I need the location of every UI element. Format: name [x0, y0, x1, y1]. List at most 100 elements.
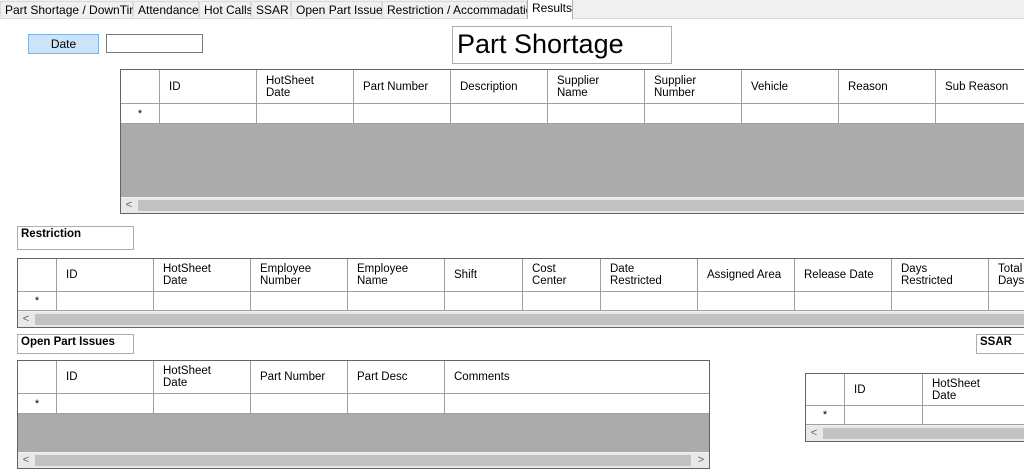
column-header[interactable]: HotSheet Date — [923, 374, 1024, 406]
grid-cell[interactable] — [742, 104, 839, 124]
column-header[interactable]: Release Date — [795, 259, 892, 292]
grid-cell[interactable] — [892, 292, 989, 311]
tab-open-part-issues[interactable]: Open Part Issues — [291, 1, 389, 17]
column-header[interactable]: Description — [451, 70, 548, 104]
new-row-marker[interactable]: * — [18, 394, 57, 414]
new-row-marker[interactable]: * — [18, 292, 57, 311]
row-header-corner[interactable] — [121, 70, 160, 104]
tab-restriction-accommadation[interactable]: Restriction / Accommadation — [382, 1, 539, 17]
grid-cell[interactable] — [923, 406, 1024, 425]
column-header[interactable]: Part Desc — [348, 361, 445, 394]
column-header[interactable]: Cost Center — [523, 259, 601, 292]
ssar-grid[interactable]: ID HotSheet Date * < — [805, 373, 1024, 442]
restriction-label: Restriction — [17, 226, 134, 250]
horizontal-scrollbar[interactable]: < — [18, 311, 1024, 327]
scroll-thumb[interactable] — [823, 428, 1024, 439]
tab-ssar[interactable]: SSAR — [251, 1, 291, 17]
tab-hot-calls[interactable]: Hot Calls — [199, 1, 253, 17]
column-header[interactable]: Employee Number — [251, 259, 348, 292]
grid-cell[interactable] — [839, 104, 936, 124]
grid-cell[interactable] — [251, 292, 348, 311]
grid-cell[interactable] — [645, 104, 742, 124]
column-header[interactable]: Sub Reason — [936, 70, 1024, 104]
row-header-corner[interactable] — [18, 361, 57, 394]
grid-cell[interactable] — [154, 292, 251, 311]
column-header[interactable]: HotSheet Date — [154, 361, 251, 394]
grid-cell[interactable] — [698, 292, 795, 311]
grid-cell[interactable] — [936, 104, 1024, 124]
grid-header: ID HotSheet Date Employee Number Employee N… — [18, 259, 1024, 292]
scroll-left-arrow[interactable]: < — [121, 198, 137, 213]
column-header[interactable]: Total Days — [989, 259, 1024, 292]
grid-cell[interactable] — [57, 292, 154, 311]
scroll-thumb[interactable] — [138, 200, 1024, 211]
column-header[interactable]: Supplier Number — [645, 70, 742, 104]
grid-cell[interactable] — [523, 292, 601, 311]
new-row[interactable]: * — [806, 406, 1024, 425]
page-title: Part Shortage — [452, 26, 672, 64]
tab-attendance[interactable]: Attendance — [133, 1, 199, 17]
date-input[interactable] — [106, 34, 203, 53]
open-part-issues-grid[interactable]: ID HotSheet Date Part Number Part Desc Comme… — [17, 360, 710, 469]
tab-part-shortage-downtime[interactable]: Part Shortage / DownTime — [0, 1, 146, 17]
column-header[interactable]: Date Restricted — [601, 259, 698, 292]
grid-cell[interactable] — [795, 292, 892, 311]
new-row[interactable]: * — [18, 394, 709, 414]
new-row[interactable]: * — [18, 292, 1024, 311]
open-part-issues-label: Open Part Issues — [17, 334, 134, 354]
new-row[interactable]: * — [121, 104, 1024, 124]
grid-cell[interactable] — [154, 394, 251, 414]
grid-cell[interactable] — [348, 292, 445, 311]
column-header[interactable]: ID — [57, 361, 154, 394]
horizontal-scrollbar[interactable]: < — [806, 425, 1024, 441]
scroll-thumb[interactable] — [35, 455, 691, 466]
scroll-left-arrow[interactable]: < — [18, 453, 34, 468]
scroll-right-arrow[interactable]: > — [693, 453, 709, 468]
restriction-grid[interactable]: ID HotSheet Date Employee Number Employee N… — [17, 258, 1024, 328]
column-header[interactable]: Reason — [839, 70, 936, 104]
row-header-corner[interactable] — [18, 259, 57, 292]
grid-cell[interactable] — [354, 104, 451, 124]
grid-header: ID HotSheet Date — [806, 374, 1024, 406]
column-header[interactable]: Vehicle — [742, 70, 839, 104]
column-header[interactable]: Part Number — [251, 361, 348, 394]
new-row-marker[interactable]: * — [121, 104, 160, 124]
grid-cell[interactable] — [845, 406, 923, 425]
tab-strip: Part Shortage / DownTime Attendance Hot … — [0, 0, 1024, 19]
column-header[interactable]: ID — [845, 374, 923, 406]
tab-results[interactable]: Results — [527, 0, 573, 19]
grid-cell[interactable] — [445, 394, 709, 414]
row-header-corner[interactable] — [806, 374, 845, 406]
grid-cell[interactable] — [601, 292, 698, 311]
scroll-thumb[interactable] — [35, 314, 1024, 325]
ssar-label: SSAR — [976, 334, 1024, 354]
scroll-left-arrow[interactable]: < — [18, 312, 34, 327]
column-header[interactable]: Comments — [445, 361, 709, 394]
grid-cell[interactable] — [57, 394, 154, 414]
column-header[interactable]: HotSheet Date — [154, 259, 251, 292]
column-header[interactable]: Supplier Name — [548, 70, 645, 104]
column-header[interactable]: ID — [160, 70, 257, 104]
column-header[interactable]: Assigned Area — [698, 259, 795, 292]
grid-cell[interactable] — [548, 104, 645, 124]
date-button[interactable]: Date — [28, 34, 99, 54]
horizontal-scrollbar[interactable]: < — [121, 197, 1024, 213]
part-shortage-grid[interactable]: ID HotSheet Date Part Number Description Sup… — [120, 69, 1024, 214]
column-header[interactable]: ID — [57, 259, 154, 292]
column-header[interactable]: HotSheet Date — [257, 70, 354, 104]
grid-header: ID HotSheet Date Part Number Part Desc Comme… — [18, 361, 709, 394]
grid-cell[interactable] — [989, 292, 1024, 311]
column-header[interactable]: Employee Name — [348, 259, 445, 292]
scroll-left-arrow[interactable]: < — [806, 426, 822, 441]
grid-cell[interactable] — [251, 394, 348, 414]
column-header[interactable]: Part Number — [354, 70, 451, 104]
column-header[interactable]: Days Restricted — [892, 259, 989, 292]
column-header[interactable]: Shift — [445, 259, 523, 292]
grid-cell[interactable] — [451, 104, 548, 124]
horizontal-scrollbar[interactable]: < > — [18, 452, 709, 468]
grid-cell[interactable] — [160, 104, 257, 124]
grid-cell[interactable] — [348, 394, 445, 414]
grid-cell[interactable] — [445, 292, 523, 311]
new-row-marker[interactable]: * — [806, 406, 845, 425]
grid-cell[interactable] — [257, 104, 354, 124]
